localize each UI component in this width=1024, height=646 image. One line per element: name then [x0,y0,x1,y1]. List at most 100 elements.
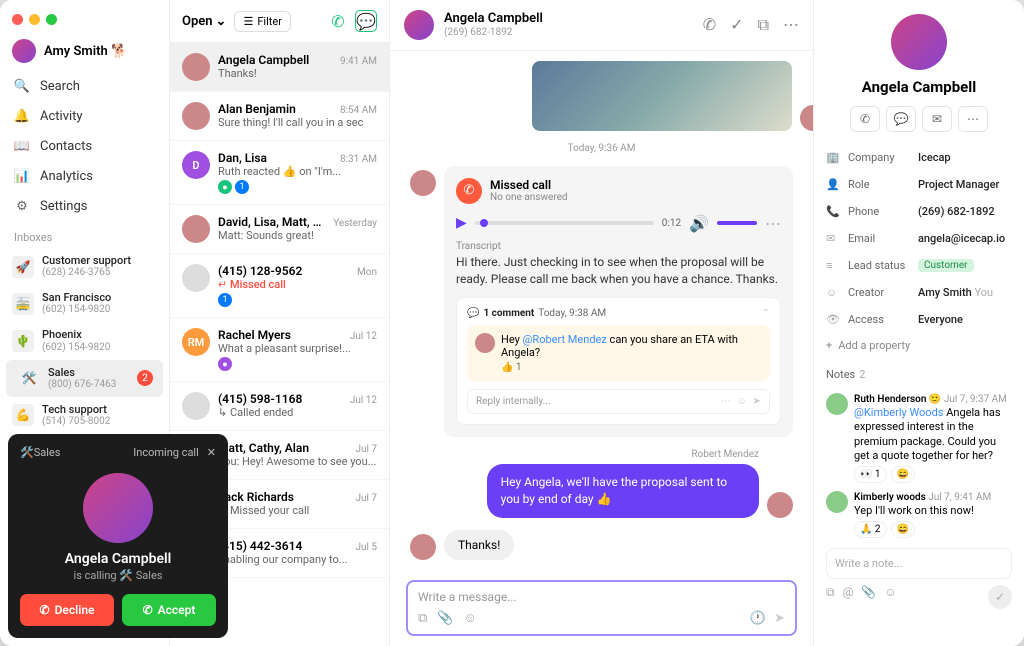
emoji-icon[interactable]: ☺ [463,610,476,626]
inbox-icon: 🚋 [12,293,34,315]
note-item: Kimberly woods Jul 7, 9:41 AM Yep I'll w… [826,491,1012,538]
chat-contact-name: Angela Campbell [444,11,543,27]
bell-icon: 🔔 [14,108,30,124]
chat-panel: Angela Campbell (269) 682-1892 ✆ ✓ ⧉ ⋯ T… [390,0,814,646]
row-key: Email [848,232,910,245]
maximize-icon[interactable] [46,14,57,25]
play-icon[interactable]: ▶ [456,215,467,231]
archive-icon[interactable]: ⧉ [758,15,769,35]
status-badge: Customer [918,259,974,272]
reply-input[interactable]: Reply internally... ⋯ ☺ ➤ [467,389,770,414]
conv-preview: What a pleasant surprise!... [218,342,377,355]
more-icon[interactable]: ⋯ [765,214,781,233]
conv-time: 8:54 AM [340,105,377,116]
call-icon[interactable]: ✆ [327,10,349,32]
conversation-item[interactable]: Angela Campbell 9:41 AM Thanks! [170,43,389,92]
filter-button[interactable]: ☰Filter [234,11,290,32]
volume-slider[interactable] [717,221,757,225]
mention[interactable]: @Robert Mendez [523,333,607,346]
volume-icon[interactable]: 🔊 [689,214,709,233]
nav-contacts[interactable]: 📖 Contacts [0,131,169,161]
row-key: Role [848,178,910,191]
conv-name: (415) 442-3614 [218,539,302,553]
template-icon[interactable]: ⧉ [826,585,835,609]
attach-icon[interactable]: 📎 [437,611,453,626]
more-icon[interactable]: ⋯ [783,15,799,35]
inbox-tech-support[interactable]: 💪 Tech support (514) 705-8002 [0,397,169,434]
conv-time: 8:31 AM [340,154,377,165]
send-note-icon[interactable]: ✓ [988,585,1012,609]
inbox-name: Customer support [42,254,131,267]
nav-search[interactable]: 🔍 Search [0,71,169,101]
inbox-icon: 🚀 [12,256,34,278]
message-input[interactable]: Write a message... [418,590,785,604]
conversation-item[interactable]: D Dan, Lisa 8:31 AM Ruth reacted 👍 on "I… [170,141,389,205]
inbox-phoenix[interactable]: 🌵 Phoenix (602) 154-9820 [0,322,169,359]
email-icon[interactable]: ✉ [922,106,952,132]
reaction[interactable]: 👍 1 [501,362,762,373]
avatar [182,53,210,81]
conv-time: Yesterday [333,218,377,229]
send-icon[interactable]: ➤ [774,611,785,626]
open-filter-dropdown[interactable]: Open⌄ [182,14,226,29]
inbox-customer-support[interactable]: 🚀 Customer support (628) 246-3765 [0,248,169,285]
close-icon[interactable] [12,14,23,25]
mention-icon[interactable]: @ [843,585,854,609]
emoji-icon[interactable]: ☺ [736,396,746,407]
notes-count: 2 [859,368,865,381]
conv-preview: ↳ Called ended [218,406,377,419]
more-icon[interactable]: ⋯ [720,396,730,407]
note-input[interactable]: Write a note... [826,548,1012,579]
conversation-item[interactable]: RM Rachel Myers Jul 12 What a pleasant s… [170,318,389,382]
conversation-item[interactable]: Alan Benjamin 8:54 AM Sure thing! I'll c… [170,92,389,141]
message-composer[interactable]: Write a message... ⧉ 📎 ☺ 🕐 ➤ [406,580,797,636]
inbox-san-francisco[interactable]: 🚋 San Francisco (602) 154-9820 [0,285,169,322]
note-text: @Kimberly Woods Angela has expressed int… [854,406,1012,463]
send-icon[interactable]: ➤ [753,396,761,407]
reaction[interactable]: 🙏 2 [854,521,887,538]
conv-name: Jack Richards [218,490,294,504]
profile-role: 👤 Role Project Manager [826,171,1012,198]
new-message-icon[interactable]: 💬 [355,10,377,32]
gear-icon: ⚙ [14,198,30,214]
avatar [826,393,848,415]
decline-button[interactable]: ✆ Decline [20,594,114,626]
conv-time: Jul 7 [355,493,377,504]
nav-label: Contacts [40,139,92,154]
reaction[interactable]: 😄 [891,521,915,538]
minimize-icon[interactable] [29,14,40,25]
call-icon[interactable]: ✆ [850,106,880,132]
call-icon[interactable]: ✆ [703,15,716,35]
avatar [767,492,793,518]
accept-button[interactable]: ✆ Accept [122,594,216,626]
check-icon[interactable]: ✓ [730,15,743,35]
conversation-item[interactable]: (415) 598-1168 Jul 12 ↳ Called ended [170,382,389,431]
reaction[interactable]: 👀 1 [854,466,887,483]
note-time: Jul 7, 9:41 AM [928,492,991,503]
more-icon[interactable]: ⋯ [958,106,988,132]
nav-label: Search [40,79,80,94]
reaction[interactable]: 😄 [891,466,915,483]
incoming-call-overlay: 🛠️ Sales Incoming call ✕ Angela Campbell… [8,434,228,638]
mention[interactable]: @Kimberly Woods [854,406,943,419]
close-icon[interactable]: ✕ [207,446,216,459]
nav-activity[interactable]: 🔔 Activity [0,101,169,131]
template-icon[interactable]: ⧉ [418,611,427,626]
row-key: Company [848,151,910,164]
nav-settings[interactable]: ⚙ Settings [0,191,169,221]
message-icon[interactable]: 💬 [886,106,916,132]
conversation-item[interactable]: (415) 128-9562 Mon ↵ Missed call 1 [170,254,389,318]
call-label: Incoming call [133,446,199,459]
audio-scrubber[interactable] [475,221,654,225]
add-property-button[interactable]: + Add a property [826,333,1012,358]
current-user[interactable]: Amy Smith 🐕 [0,31,169,71]
attach-icon[interactable]: 📎 [861,585,876,609]
collapse-icon[interactable]: ⌃ [762,308,770,319]
nav-analytics[interactable]: 📊 Analytics [0,161,169,191]
image-attachment[interactable] [532,61,792,131]
schedule-icon[interactable]: 🕐 [750,611,766,626]
conversation-item[interactable]: David, Lisa, Matt, Alan Yesterday Matt: … [170,205,389,254]
inbox-sales[interactable]: 🛠️ Sales (800) 676-7463 2 [6,360,163,397]
emoji-icon[interactable]: ☺ [884,585,896,609]
row-icon: ☺ [826,286,840,299]
